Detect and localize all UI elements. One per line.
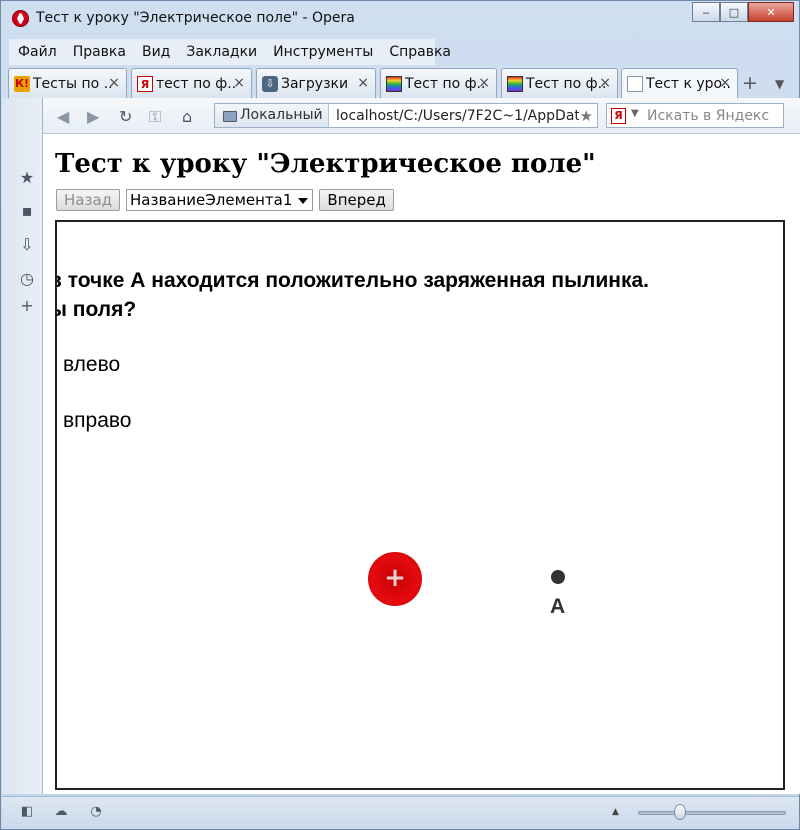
yandex-icon: Я (137, 76, 153, 92)
tab-bar: К! Тесты по .. × Я тест по ф.. × ⇩ Загру… (8, 68, 796, 99)
bookmarks-icon[interactable]: ★ (19, 170, 35, 186)
window-title: Тест к уроку "Электрическое поле" - Oper… (36, 10, 355, 26)
tab-label: тест по ф.. (156, 75, 237, 92)
title-bar: Тест к уроку "Электрическое поле" - Oper… (1, 1, 799, 37)
quiz-frame: в точке А находится положительно заряжен… (55, 220, 785, 790)
tab-lesson-test[interactable]: Тест к уро.. × (621, 68, 738, 99)
tab-close-icon[interactable]: × (478, 75, 490, 91)
question-line-2: ы поля? (55, 298, 137, 321)
downloads-panel-icon[interactable]: ⇩ (19, 237, 35, 253)
menu-view[interactable]: Вид (133, 44, 177, 60)
page-title: Тест к уроку "Электрическое поле" (55, 149, 596, 179)
navigation-bar: ◀ ▶ ↻ ⚿ ⌂ Локальный localhost/C:/Users/7… (43, 98, 800, 134)
history-icon[interactable]: ◷ (19, 271, 35, 287)
positive-charge: + (368, 552, 422, 606)
tab-close-icon[interactable]: × (357, 75, 369, 91)
zoom-slider[interactable] (638, 811, 786, 815)
tab-label: Загрузки (281, 75, 349, 92)
side-panel: ★ ▪ ⇩ ◷ + (2, 98, 42, 794)
window-controls: ‒ □ ✕ (692, 2, 794, 22)
back-arrow-icon[interactable]: ◀ (57, 107, 69, 126)
menu-edit[interactable]: Правка (64, 44, 133, 60)
bookmark-star-icon[interactable]: ★ (580, 107, 593, 125)
document-icon (627, 76, 643, 92)
tab-physics-test-3[interactable]: Тест по ф.. × (501, 68, 618, 98)
k-icon: К! (14, 76, 30, 92)
close-button[interactable]: ✕ (748, 2, 794, 22)
menu-help[interactable]: Справка (380, 44, 458, 60)
answer-left[interactable]: влево (63, 353, 120, 377)
tab-close-icon[interactable]: × (719, 75, 731, 91)
back-button[interactable]: Назад (56, 189, 121, 211)
tab-close-icon[interactable]: × (108, 75, 120, 91)
local-badge[interactable]: Локальный (215, 104, 329, 127)
tab-tests[interactable]: К! Тесты по .. × (8, 68, 127, 98)
notes-icon[interactable]: ▪ (19, 203, 35, 219)
rainbow-icon (507, 76, 523, 92)
search-field[interactable]: Я ▼ Искать в Яндекс (606, 103, 784, 128)
home-icon[interactable]: ⌂ (182, 107, 192, 126)
tab-label: Тест по ф.. (405, 75, 486, 92)
tab-physics-test-1[interactable]: Я тест по ф.. × (131, 68, 252, 98)
zoom-slider-handle[interactable] (674, 804, 686, 820)
panel-toggle-icon[interactable]: ◧ (19, 805, 35, 819)
search-engine-dropdown-icon[interactable]: ▼ (631, 108, 639, 119)
page-content: ◀ ▶ ↻ ⚿ ⌂ Локальный localhost/C:/Users/7… (42, 98, 800, 794)
speed-dial-icon[interactable]: ◔ (88, 805, 104, 819)
reload-icon[interactable]: ↻ (119, 107, 132, 126)
search-placeholder[interactable]: Искать в Яндекс (647, 108, 769, 124)
quiz-navigation: Назад НазваниеЭлемента1 Вперед (56, 189, 394, 211)
forward-button[interactable]: Вперед (319, 189, 394, 211)
tab-downloads[interactable]: ⇩ Загрузки × (256, 68, 376, 98)
tab-close-icon[interactable]: × (599, 75, 611, 91)
menu-bar: Файл Правка Вид Закладки Инструменты Спр… (9, 39, 451, 65)
address-input[interactable]: localhost/C:/Users/7F2C~1/AppData (336, 108, 579, 124)
address-bar[interactable]: Локальный localhost/C:/Users/7F2C~1/AppD… (214, 103, 598, 128)
tab-list-dropdown-icon[interactable]: ▼ (775, 77, 784, 91)
opera-logo-icon[interactable] (12, 10, 29, 27)
question-text: в точке А находится положительно заряжен… (55, 266, 749, 324)
tab-close-icon[interactable]: × (233, 75, 245, 91)
key-icon[interactable]: ⚿ (149, 107, 161, 127)
answer-right[interactable]: вправо (63, 409, 132, 433)
yandex-search-icon[interactable]: Я (611, 108, 626, 124)
tab-physics-test-2[interactable]: Тест по ф.. × (380, 68, 497, 98)
rainbow-icon (386, 76, 402, 92)
zoom-menu-icon[interactable]: ▲ (612, 807, 619, 817)
turbo-icon[interactable]: ☁ (53, 805, 69, 819)
status-bar: ◧ ☁ ◔ ▲ (2, 796, 799, 829)
point-a-label: А (550, 595, 566, 618)
point-a-dot (551, 570, 565, 584)
minimize-button[interactable]: ‒ (692, 2, 720, 22)
tab-label: Тест к уро.. (646, 76, 732, 92)
browser-window: Тест к уроку "Электрическое поле" - Oper… (0, 0, 800, 830)
menu-tools[interactable]: Инструменты (264, 44, 380, 60)
question-line-1: в точке А находится положительно заряжен… (55, 269, 649, 292)
forward-arrow-icon[interactable]: ▶ (87, 107, 99, 126)
new-tab-button[interactable]: + (742, 72, 758, 94)
maximize-button[interactable]: □ (720, 2, 748, 22)
tab-label: Тест по ф.. (526, 75, 607, 92)
tab-label: Тесты по .. (33, 75, 113, 92)
downloads-icon: ⇩ (262, 76, 278, 92)
menu-bookmarks[interactable]: Закладки (177, 44, 264, 60)
element-select[interactable]: НазваниеЭлемента1 (126, 189, 314, 211)
menu-file[interactable]: Файл (9, 44, 64, 60)
add-panel-icon[interactable]: + (19, 298, 35, 314)
